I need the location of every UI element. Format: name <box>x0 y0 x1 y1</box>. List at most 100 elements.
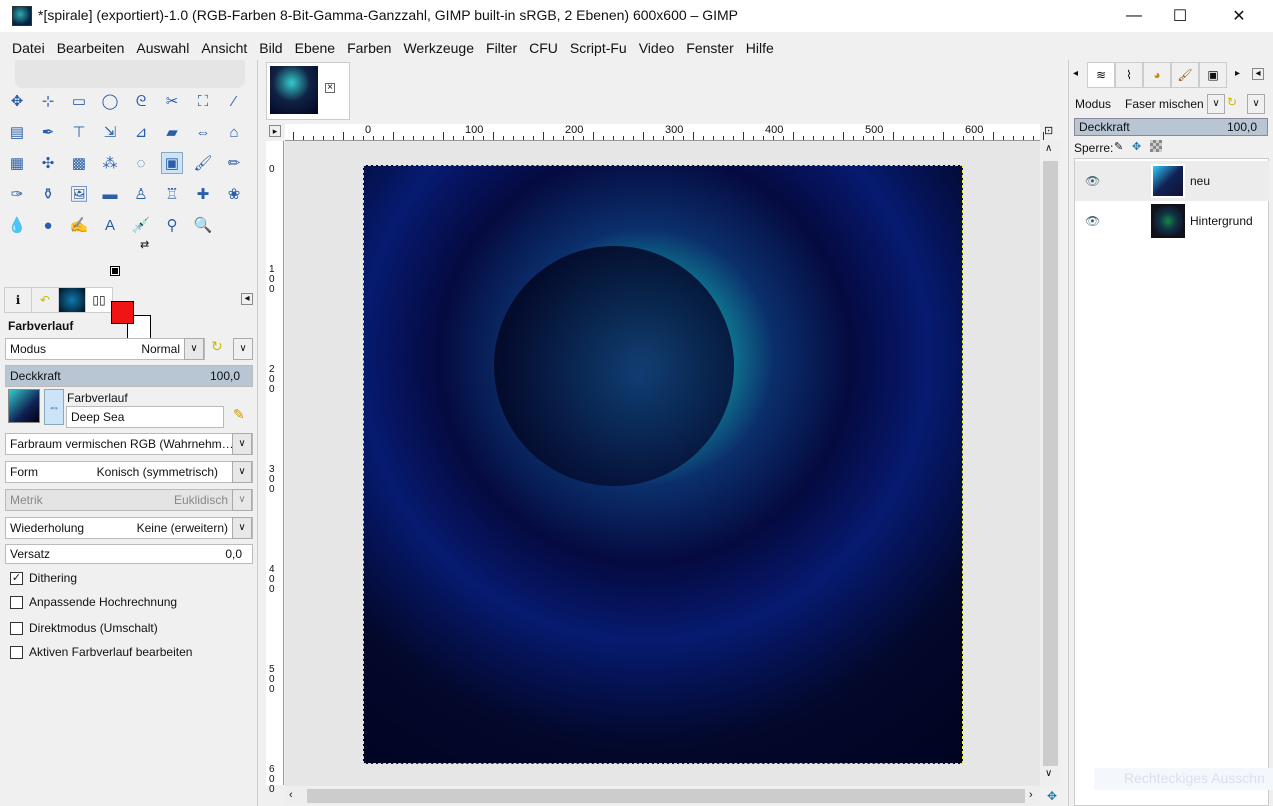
gradient-name-field[interactable]: Deep Sea <box>66 406 224 428</box>
tool-button-26[interactable]: 🖼 <box>68 183 90 205</box>
tool-button-0[interactable]: ✥ <box>6 90 28 112</box>
horizontal-scrollbar[interactable]: ‹ › <box>285 787 1040 805</box>
lock-alpha-icon[interactable] <box>1150 140 1162 152</box>
tab-scroll-right-icon[interactable]: ▸ <box>1235 68 1240 79</box>
composite-dropdown[interactable]: ∨ <box>1247 94 1265 114</box>
tool-button-2[interactable]: ▭ <box>68 90 90 112</box>
menu-filter[interactable]: Filter <box>480 36 523 60</box>
foreground-color-swatch[interactable] <box>111 301 134 324</box>
vertical-scrollbar[interactable]: ∧ ∨ <box>1041 141 1060 786</box>
swap-colors-icon[interactable]: ⇄ <box>140 238 149 251</box>
tool-button-7[interactable]: ⁄ <box>223 90 245 112</box>
instant-mode-checkbox[interactable]: Direktmodus (Umschalt) <box>10 621 158 635</box>
tool-button-24[interactable]: ✑ <box>6 183 28 205</box>
tool-button-38[interactable]: 🔍 <box>192 214 214 236</box>
tool-button-16[interactable]: ▦ <box>6 152 28 174</box>
tool-button-12[interactable]: ⊿ <box>130 121 152 143</box>
menu-farben[interactable]: Farben <box>341 36 397 60</box>
tool-button-11[interactable]: ⇲ <box>99 121 121 143</box>
gradient-preview[interactable] <box>8 389 40 423</box>
layer-mode-reset-icon[interactable]: ↻ <box>1227 95 1237 109</box>
tool-button-23[interactable]: ✏ <box>223 152 245 174</box>
opacity-slider[interactable]: Deckkraft 100,0 <box>5 365 253 387</box>
tool-button-32[interactable]: 💧 <box>6 214 28 236</box>
scroll-down-icon[interactable]: ∨ <box>1045 768 1052 779</box>
vertical-scroll-thumb[interactable] <box>1043 161 1058 766</box>
tab-palettes-icon[interactable]: ◕ <box>1143 62 1171 88</box>
dithering-checkbox[interactable]: ✓ Dithering <box>10 571 77 585</box>
quick-mask-toggle-icon[interactable]: ▸ <box>269 125 281 137</box>
panel-menu-icon[interactable]: ◂ <box>241 293 253 305</box>
tool-button-15[interactable]: ⌂ <box>223 121 245 143</box>
tool-button-29[interactable]: ♖ <box>161 183 183 205</box>
menu-ansicht[interactable]: Ansicht <box>195 36 253 60</box>
tool-button-33[interactable]: ● <box>37 214 59 236</box>
layer-opacity-slider[interactable]: Deckkraft 100,0 <box>1074 118 1268 136</box>
layer-name[interactable]: neu <box>1190 174 1210 188</box>
layer-row-neu[interactable]: 👁 neu <box>1075 161 1269 201</box>
menu-bearbeiten[interactable]: Bearbeiten <box>51 36 131 60</box>
eye-icon[interactable]: 👁 <box>1085 174 1100 188</box>
tab-brushes-icon[interactable]: 🖌 <box>1171 62 1199 88</box>
tab-layers-icon[interactable]: ≋ <box>1087 62 1115 88</box>
dock-menu-icon[interactable]: ◂ <box>1252 68 1264 80</box>
composite-dropdown[interactable]: ∨ <box>233 338 253 360</box>
tool-button-19[interactable]: ⁂ <box>99 152 121 174</box>
tool-button-17[interactable]: ✣ <box>37 152 59 174</box>
layer-row-hintergrund[interactable]: 👁 Hintergrund <box>1075 201 1269 241</box>
navigate-icon[interactable]: ✥ <box>1047 789 1057 803</box>
tool-button-18[interactable]: ▩ <box>68 152 90 174</box>
tool-button-30[interactable]: ✚ <box>192 183 214 205</box>
lock-pixels-icon[interactable]: ✎ <box>1114 140 1123 153</box>
repeat-select[interactable]: Wiederholung Keine (erweitern) ∨ <box>5 517 253 539</box>
scroll-left-icon[interactable]: ‹ <box>289 789 293 801</box>
layer-name[interactable]: Hintergrund <box>1190 214 1253 228</box>
menu-ebene[interactable]: Ebene <box>289 36 341 60</box>
tool-button-9[interactable]: ✒ <box>37 121 59 143</box>
tab-paths-icon[interactable]: ⌇ <box>1115 62 1143 88</box>
tool-button-5[interactable]: ✂ <box>161 90 183 112</box>
scroll-up-icon[interactable]: ∧ <box>1045 143 1052 154</box>
blend-color-space-select[interactable]: Farbraum vermischen RGB (Wahrnehm… ∨ <box>5 433 253 455</box>
tool-button-6[interactable]: ⛶ <box>192 90 214 112</box>
menu-cfu[interactable]: CFU <box>523 36 564 60</box>
mode-reset-icon[interactable]: ↻ <box>211 338 231 360</box>
menu-werkzeuge[interactable]: Werkzeuge <box>397 36 480 60</box>
tool-button-27[interactable]: ▬ <box>99 183 121 205</box>
tool-button-20[interactable]: ◌ <box>130 152 152 174</box>
tab-images-icon[interactable] <box>58 287 86 313</box>
zoom-navigate-icon[interactable]: ⊡ <box>1044 124 1053 137</box>
tool-button-13[interactable]: ▰ <box>161 121 183 143</box>
tool-button-1[interactable]: ⊹ <box>37 90 59 112</box>
tool-button-35[interactable]: A <box>99 214 121 236</box>
shape-select[interactable]: Form Konisch (symmetrisch) ∨ <box>5 461 253 483</box>
edit-gradient-icon[interactable]: ✎ <box>233 406 245 423</box>
canvas-area[interactable] <box>285 141 1040 786</box>
tab-undo-history-icon[interactable]: ↶ <box>31 287 59 313</box>
spiral-image[interactable] <box>363 165 963 764</box>
close-button[interactable]: ✕ <box>1216 0 1262 32</box>
default-colors-icon[interactable] <box>110 266 120 276</box>
maximize-button[interactable]: ☐ <box>1157 0 1203 32</box>
menu-fenster[interactable]: Fenster <box>680 36 739 60</box>
menu-hilfe[interactable]: Hilfe <box>740 36 780 60</box>
lock-position-icon[interactable]: ✥ <box>1132 140 1141 153</box>
mode-select[interactable]: Modus Normal ∨ <box>5 338 205 360</box>
tool-button-25[interactable]: ⚱ <box>37 183 59 205</box>
menu-script-fu[interactable]: Script-Fu <box>564 36 633 60</box>
tool-button-37[interactable]: ⚲ <box>161 214 183 236</box>
image-tab[interactable]: × <box>266 62 350 120</box>
tool-button-34[interactable]: ✍ <box>68 214 90 236</box>
tab-scroll-left-icon[interactable]: ◂ <box>1073 68 1078 79</box>
tab-device-status-icon[interactable]: ℹ <box>4 287 32 313</box>
tab-tool-options-icon[interactable]: ▯▯ <box>85 287 113 313</box>
menu-datei[interactable]: Datei <box>0 36 51 60</box>
tool-button-31[interactable]: ❀ <box>223 183 245 205</box>
tool-button-28[interactable]: ♙ <box>130 183 152 205</box>
menu-auswahl[interactable]: Auswahl <box>130 36 195 60</box>
offset-slider[interactable]: Versatz 0,0 <box>5 544 253 564</box>
tool-button-22[interactable]: 🖌 <box>192 152 214 174</box>
tool-button-14[interactable]: ⇔ <box>192 121 214 143</box>
eye-icon[interactable]: 👁 <box>1085 214 1100 228</box>
minimize-button[interactable]: — <box>1111 0 1157 32</box>
